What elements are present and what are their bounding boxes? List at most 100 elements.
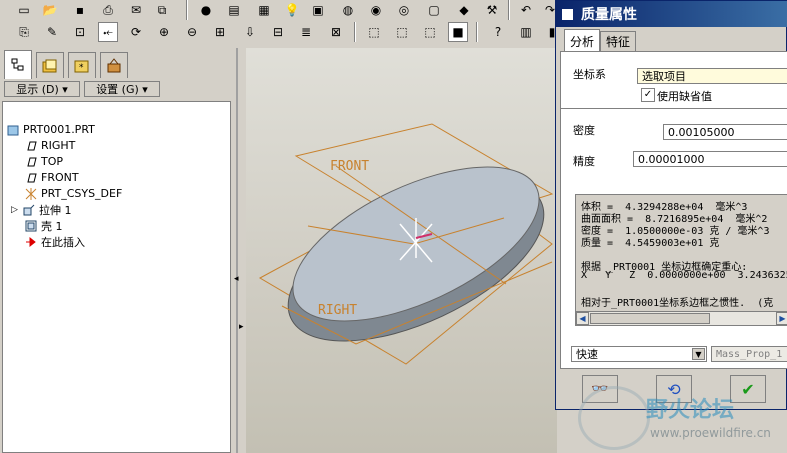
scroll-right-icon[interactable]: ▶	[776, 312, 787, 325]
world-icon[interactable]: ◍	[338, 0, 358, 20]
expand-right-icon[interactable]: ▸	[239, 322, 244, 332]
csys-select-field[interactable]: 选取项目	[637, 68, 787, 84]
image-icon[interactable]: ▤	[224, 0, 244, 20]
results-area: 体积 = 4.3294288e+04 毫米^3 曲面面积 = 8.7216895…	[575, 194, 787, 326]
tree-item[interactable]: FRONT	[25, 170, 79, 185]
tree-item-label: PRT_CSYS_DEF	[41, 187, 123, 200]
tree-item[interactable]: RIGHT	[25, 138, 75, 153]
scroll-left-icon[interactable]: ◀	[576, 312, 589, 325]
refit-icon[interactable]: ⊞	[210, 22, 230, 42]
tab-feature[interactable]: 特征	[600, 31, 636, 51]
color-appearance-icon[interactable]: ●	[196, 0, 216, 20]
front-plane-label: FRONT	[330, 159, 369, 174]
watermark-url: www.proewildfire.cn	[650, 426, 771, 440]
layer-icon[interactable]: ◆	[454, 0, 474, 20]
zoom-in-icon[interactable]: ⊕	[154, 22, 174, 42]
folder-browser-tab-icon[interactable]	[36, 52, 64, 78]
hidden-line-icon[interactable]: ⬚	[392, 22, 412, 42]
right-plane-label: RIGHT	[318, 303, 357, 318]
coordinate-system-icon	[25, 187, 37, 200]
regenerate-icon[interactable]: ⎘	[14, 22, 34, 42]
chevron-down-icon[interactable]: ▼	[692, 348, 705, 360]
show-menu-button[interactable]: 显示 (D) ▾	[4, 81, 80, 97]
globe-icon[interactable]: ◉	[366, 0, 386, 20]
context-help-icon[interactable]: ?	[488, 22, 508, 42]
saved-views-icon[interactable]: ⊟	[268, 22, 288, 42]
wireframe-icon[interactable]: ⬚	[364, 22, 384, 42]
density-label: 密度	[573, 124, 595, 137]
spin-center-icon[interactable]: ⤝	[98, 22, 118, 42]
tree-root[interactable]: PRT0001.PRT	[7, 122, 95, 137]
open-folder-icon[interactable]: 📂	[40, 0, 60, 20]
tree-item[interactable]: 壳 1	[25, 218, 63, 233]
dialog-title: 质量属性	[581, 7, 637, 23]
dialog-app-icon	[562, 8, 573, 20]
splitter-line	[236, 48, 238, 453]
result-line: 曲面面积 = 8.7216895e+04 毫米^2	[581, 214, 768, 225]
favorites-tab-icon[interactable]: *	[68, 52, 96, 78]
tree-item[interactable]: TOP	[25, 154, 63, 169]
divider	[561, 108, 787, 109]
shading-icon[interactable]: ■	[448, 22, 468, 42]
datum-icon[interactable]: ▢	[424, 0, 444, 20]
layers-icon[interactable]: ≣	[296, 22, 316, 42]
result-line: X Y Z 0.0000000e+00 3.2436325	[581, 270, 787, 281]
graph-icon[interactable]: ▦	[254, 0, 274, 20]
dialog-title-bar[interactable]: 质量属性	[556, 1, 787, 27]
analysis-icon[interactable]: ▥	[516, 22, 536, 42]
hammer-icon[interactable]: ⚒	[482, 0, 502, 20]
settings-menu-button[interactable]: 设置 (G) ▾	[84, 81, 160, 97]
model-tree: PRT0001.PRT RIGHT TOP FRONT PRT_CSYS_DEF…	[2, 101, 231, 453]
svg-text:*: *	[79, 63, 84, 73]
edit-definition-icon[interactable]: ✎	[42, 22, 62, 42]
result-line: 密度 = 1.0500000e-03 克 / 毫米^3	[581, 226, 770, 237]
tree-item-label: 壳 1	[41, 219, 63, 233]
use-default-checkbox[interactable]: ✓	[641, 88, 655, 102]
tree-item[interactable]: PRT_CSYS_DEF	[25, 186, 122, 201]
result-line: 根据 _PRT0001 坐标边框确定重心:	[581, 262, 748, 273]
part-icon	[7, 124, 19, 136]
sketch-icon[interactable]: ⊡	[70, 22, 90, 42]
horizontal-scrollbar[interactable]: ◀ ▶	[576, 311, 787, 325]
print-icon[interactable]: ⎙	[98, 0, 118, 20]
density-input[interactable]: 0.00105000	[663, 124, 787, 140]
watermark-text: 野火论坛	[646, 398, 735, 423]
tree-item-label: TOP	[41, 155, 64, 168]
datum-plane-icon	[25, 172, 37, 184]
checkmark-icon: ✔	[741, 379, 755, 399]
panel-splitter[interactable]: ◂ ▸	[234, 48, 246, 453]
undo-icon[interactable]: ↶	[516, 0, 536, 20]
model-tree-tab-icon[interactable]	[4, 50, 32, 79]
ok-button[interactable]: ✔	[730, 375, 766, 403]
save-icon[interactable]: ▪	[70, 0, 90, 20]
tree-item-label: 拉伸 1	[39, 203, 72, 217]
precision-input[interactable]: 0.00001000	[633, 151, 787, 167]
light-bulb-icon[interactable]: 💡	[282, 0, 302, 20]
expand-arrow-icon[interactable]: ▷	[11, 205, 23, 215]
tree-item[interactable]: 在此插入	[25, 234, 85, 249]
collapse-left-icon[interactable]: ◂	[234, 274, 239, 284]
csys-label: 坐标系	[573, 68, 606, 81]
orient-mode-icon[interactable]: ⟳	[126, 22, 146, 42]
scrollbar-thumb[interactable]	[590, 313, 710, 324]
mode-select[interactable]: 快速 ▼	[571, 346, 707, 362]
globe-link-icon[interactable]: ◎	[394, 0, 414, 20]
reorient-icon[interactable]: ⇩	[240, 22, 260, 42]
toolbar-row-1: ▭ 📂 ▪ ⎙ ✉ ⧉ ● ▤ ▦ 💡 ▣ ◍ ◉ ◎ ▢ ◆ ⚒ ↶ ↷	[0, 0, 560, 22]
copy-icon[interactable]: ⧉	[152, 0, 172, 20]
tree-item[interactable]: ▷ 拉伸 1	[11, 202, 72, 217]
connections-tab-icon[interactable]	[100, 52, 128, 78]
analysis-name-field[interactable]: Mass_Prop_1	[711, 346, 787, 362]
send-mail-icon[interactable]: ✉	[126, 0, 146, 20]
extrude-icon	[23, 204, 35, 216]
new-file-icon[interactable]: ▭	[14, 0, 34, 20]
no-hidden-icon[interactable]: ⬚	[420, 22, 440, 42]
model-view: FRONT RIGHT	[258, 123, 554, 365]
tab-analysis[interactable]: 分析	[564, 29, 600, 52]
graphics-window[interactable]: FRONT RIGHT	[246, 48, 557, 453]
shell-icon	[25, 220, 37, 232]
view-manager-icon[interactable]: ⊠	[326, 22, 346, 42]
zoom-out-icon[interactable]: ⊖	[182, 22, 202, 42]
model-tree-icon[interactable]: ▣	[308, 0, 328, 20]
toolbar-row-2: ⎘ ✎ ⊡ ⤝ ⟳ ⊕ ⊖ ⊞ ⇩ ⊟ ≣ ⊠ ⬚ ⬚ ⬚ ■ ? ▥ ▮	[0, 22, 560, 44]
